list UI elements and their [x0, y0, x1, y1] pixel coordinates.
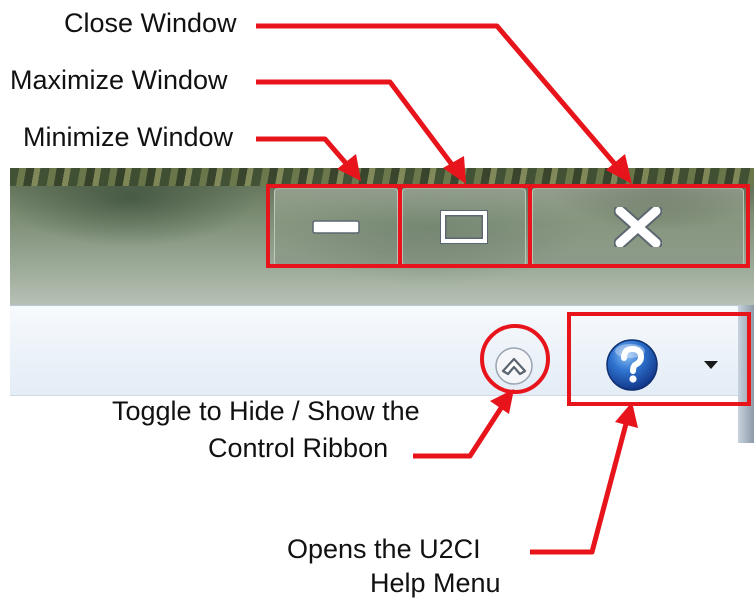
help-arrow-line: [530, 419, 630, 555]
minimize-arrow-line: [256, 136, 352, 170]
annotation-arrows: [256, 23, 638, 555]
help-arrowhead: [615, 402, 638, 428]
toggle-arrow-line: [413, 403, 506, 459]
